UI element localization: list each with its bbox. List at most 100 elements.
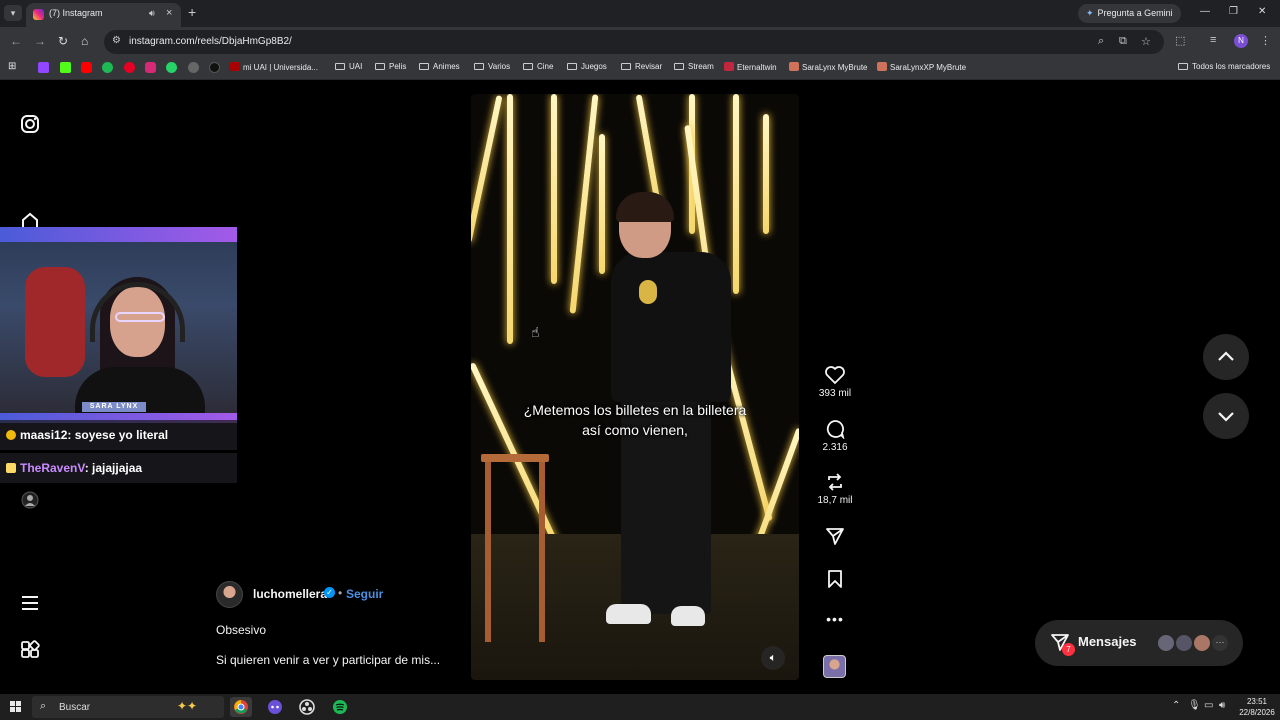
new-tab-button[interactable]: + (188, 5, 196, 19)
bookmark-saralynx-mybrute[interactable]: SaraLynx MyBrute (789, 62, 868, 72)
bookmark-folder-animes[interactable]: Animes (419, 62, 460, 71)
bookmark-folder-juegos[interactable]: Juegos (567, 62, 607, 71)
chrome-taskbar-icon[interactable] (230, 697, 252, 717)
reload-button[interactable]: ↻ (58, 34, 68, 48)
instagram-bookmark-icon[interactable] (145, 62, 156, 73)
all-bookmarks-folder[interactable]: Todos los marcadores (1178, 62, 1270, 71)
home-button[interactable]: ⌂ (81, 34, 88, 48)
folder-icon (335, 63, 345, 70)
zoom-icon[interactable]: ⌕ (1098, 35, 1104, 48)
comedian-shoe (671, 606, 705, 626)
taskbar-search[interactable]: ⌕ Buscar ✦✦ (32, 696, 224, 718)
whatsapp-bookmark-icon[interactable] (166, 62, 177, 73)
bookmark-star-icon[interactable]: ☆ (1141, 35, 1151, 48)
author-username[interactable]: luchomellera (253, 587, 327, 601)
messages-button[interactable]: 7 Mensajes ··· (1035, 620, 1243, 666)
restore-button[interactable]: ❐ (1229, 6, 1238, 17)
more-options-icon[interactable]: ••• (815, 611, 855, 627)
close-window-button[interactable]: ✕ (1258, 6, 1266, 17)
bookmark-folder-uai[interactable]: UAI (335, 62, 362, 71)
site-info-icon[interactable]: ⚙ (112, 35, 121, 46)
github-bookmark-icon[interactable] (188, 62, 199, 73)
profile-avatar-icon[interactable] (21, 491, 41, 511)
save-button[interactable] (815, 569, 855, 589)
contact-avatar (1193, 634, 1211, 652)
reel-video[interactable]: ¿Metemos los billetes en la billetera as… (471, 94, 799, 680)
instagram-logo-icon[interactable] (20, 114, 40, 134)
bookmark-label: SaraLynx MyBrute (802, 63, 868, 72)
spotify-taskbar-icon[interactable] (329, 697, 351, 717)
author-avatar[interactable] (216, 581, 243, 608)
bookmark-saralynxxp-mybrute[interactable]: SaraLynxXP MyBrute (877, 62, 966, 72)
twitch-bookmark-icon[interactable] (38, 62, 49, 73)
install-app-icon[interactable]: ⧉ (1119, 35, 1127, 48)
bookmark-folder-revisar[interactable]: Revisar (621, 62, 662, 71)
previous-reel-button[interactable] (1203, 334, 1249, 380)
bookmark-label: Todos los marcadores (1192, 62, 1271, 71)
kick-bookmark-icon[interactable] (60, 62, 71, 73)
instagram-reels-page: SARA LYNX maasi12: soyese yo literal The… (0, 81, 1280, 688)
chevron-down-icon (1218, 412, 1234, 422)
media-controls-icon[interactable]: ≡ (1210, 34, 1216, 46)
chat-badge-icon (6, 430, 16, 440)
taskbar-clock[interactable]: 23:51 22/8/2026 (1237, 696, 1277, 718)
subtitle-line: así como vienen, (582, 422, 688, 438)
volume-toggle-button[interactable]: 🔈︎ (761, 646, 785, 670)
minimize-button[interactable]: — (1200, 6, 1210, 17)
also-from-meta-icon[interactable] (20, 640, 40, 660)
bookmark-eternaltwin[interactable]: Eternaltwin (724, 62, 777, 72)
search-label: Buscar (59, 702, 91, 713)
address-bar[interactable]: ⚙ instagram.com/reels/DbjaHmGp8B2/ ⌕ ⧉ ☆ (104, 30, 1164, 54)
network-icon[interactable]: ▭ (1204, 700, 1213, 711)
tab-search-chevron-icon[interactable]: ▾ (4, 5, 22, 21)
repost-button[interactable]: 18,7 mil (815, 472, 855, 506)
stage-light (569, 94, 599, 314)
youtube-bookmark-icon[interactable] (81, 62, 92, 73)
microphone-tray-icon[interactable]: 🎙︎ (1188, 700, 1201, 711)
pinterest-bookmark-icon[interactable] (124, 62, 135, 73)
comment-button[interactable]: 2.316 (815, 419, 855, 453)
stool-leg (539, 462, 545, 642)
bookmark-mi-uai[interactable]: mi UAI | Universida... (230, 62, 318, 72)
bookmark-label: SaraLynxXP MyBrute (890, 63, 967, 72)
windows-start-icon[interactable] (10, 701, 22, 713)
browser-tab-strip: ▾ (7) Instagram 🔊︎ × + ✦ Pregunta a Gemin… (0, 0, 1280, 27)
apps-grid-icon[interactable]: ⊞ (8, 61, 16, 72)
bookmark-folder-varios[interactable]: Varios (474, 62, 510, 71)
audio-thumbnail[interactable] (823, 655, 846, 678)
caption-body[interactable]: Si quieren venir a ver y participar de m… (216, 653, 440, 667)
eternaltwin-icon (724, 62, 734, 71)
tiktok-bookmark-icon[interactable] (209, 62, 220, 73)
profile-avatar[interactable]: N (1234, 34, 1248, 48)
bookmark-folder-pelis[interactable]: Pelis (375, 62, 406, 71)
ask-gemini-button[interactable]: ✦ Pregunta a Gemini (1078, 4, 1181, 23)
bookmark-folder-stream[interactable]: Stream (674, 62, 714, 71)
obs-taskbar-icon[interactable] (296, 697, 318, 717)
contact-avatar (1175, 634, 1193, 652)
more-menu-icon[interactable] (20, 593, 40, 613)
chat-message: maasi12: soyese yo literal (0, 420, 237, 450)
clock-date: 22/8/2026 (1239, 708, 1275, 717)
menu-kebab-icon[interactable]: ⋮ (1260, 34, 1271, 47)
browser-toolbar: ← → ↻ ⌂ ⚙ instagram.com/reels/DbjaHmGp8B… (0, 27, 1280, 57)
tab-instagram[interactable]: (7) Instagram 🔊︎ × (26, 3, 181, 27)
volume-tray-icon[interactable]: 🔊︎ (1219, 700, 1225, 711)
forward-button[interactable]: → (34, 34, 46, 48)
close-tab-icon[interactable]: × (166, 7, 172, 19)
speaker-icon[interactable]: 🔊︎ (149, 8, 155, 19)
discord-taskbar-icon[interactable] (264, 697, 286, 717)
spotify-bookmark-icon[interactable] (102, 62, 113, 73)
video-subtitle: ¿Metemos los billetes en la billetera as… (471, 400, 799, 440)
next-reel-button[interactable] (1203, 393, 1249, 439)
bookmark-folder-cine[interactable]: Cine (523, 62, 553, 71)
like-button[interactable]: 393 mil (815, 365, 855, 399)
comment-count: 2.316 (822, 442, 848, 453)
share-button[interactable] (815, 526, 855, 546)
send-icon (826, 528, 844, 545)
follow-button[interactable]: Seguir (346, 587, 383, 601)
back-button[interactable]: ← (10, 34, 22, 48)
bookmark-label: Animes (433, 62, 460, 71)
extensions-icon[interactable]: ⬚ (1175, 34, 1185, 47)
stage-light (551, 94, 557, 284)
tray-chevron-icon[interactable]: ⌃ (1172, 700, 1180, 711)
